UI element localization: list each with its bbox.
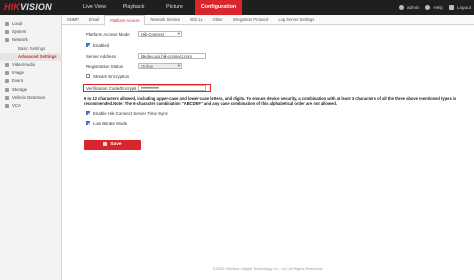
save-label: Save xyxy=(110,142,122,147)
sidebar-item-event[interactable]: Event xyxy=(0,77,61,85)
top-bar: HIKVISION Live View Playback Picture Con… xyxy=(0,0,474,15)
sidebar-item-label: Video/Audio xyxy=(12,61,36,67)
tab-email[interactable]: Email xyxy=(84,15,104,24)
low-bitrate-checkbox[interactable] xyxy=(86,121,90,125)
tab-other[interactable]: Other xyxy=(208,15,228,24)
sidebar-item-label: Vehicle Detection xyxy=(12,94,46,100)
logout-icon xyxy=(448,5,454,10)
sidebar-item-label: Basic Settings xyxy=(18,45,46,51)
sidebar-item-video-audio[interactable]: Video/Audio xyxy=(0,61,61,69)
sidebar-item-label: VCA xyxy=(12,102,21,108)
sidebar-item-label: Event xyxy=(12,78,23,84)
event-icon xyxy=(5,79,9,84)
sidebar-item-basic-settings[interactable]: Basic Settings xyxy=(0,45,61,53)
sidebar-item-system[interactable]: System xyxy=(0,28,61,36)
nav-configuration[interactable]: Configuration xyxy=(195,0,242,15)
sidebar: Local System Network Basic Settings Adva… xyxy=(0,15,62,280)
username: admin xyxy=(406,5,420,10)
user-icon xyxy=(398,5,404,10)
server-address-label: Server Address xyxy=(86,54,117,59)
low-bitrate-label: Low Bitrate Mode xyxy=(93,121,128,126)
nav-playback[interactable]: Playback xyxy=(113,0,154,15)
verification-code-label: Verification Code/Encrypti... xyxy=(86,86,140,91)
save-button[interactable]: Save xyxy=(84,140,141,150)
platform-access-mode-label: Platform Access Mode xyxy=(86,32,130,37)
user-menu[interactable]: admin xyxy=(398,5,420,10)
sidebar-item-label: Local xyxy=(12,21,23,26)
verification-code-input[interactable]: ●●●●●●●●● xyxy=(138,85,206,91)
sidebar-item-image[interactable]: Image xyxy=(0,69,61,77)
tab-integration-protocol[interactable]: Integration Protocol xyxy=(228,15,274,24)
vca-icon xyxy=(5,103,9,108)
system-icon xyxy=(5,30,9,35)
video-icon xyxy=(5,62,9,67)
nav-picture[interactable]: Picture xyxy=(154,0,195,15)
help-label: Help xyxy=(433,5,443,10)
registration-status-label: Registration Status xyxy=(86,64,124,69)
stream-encryption-label: Stream Encryption xyxy=(93,74,130,79)
sidebar-item-network[interactable]: Network xyxy=(0,36,61,44)
verification-code-hint: 6 to 12 characters allowed, including up… xyxy=(84,96,457,107)
enable-time-sync-label: Enable Hik-Connect Server Time Sync xyxy=(93,111,168,116)
help-link[interactable]: Help xyxy=(425,5,443,10)
enabled-checkbox[interactable] xyxy=(86,43,90,47)
logout-link[interactable]: Logout xyxy=(448,5,471,10)
sidebar-item-vca[interactable]: VCA xyxy=(0,102,61,110)
image-icon xyxy=(5,71,9,76)
monitor-icon xyxy=(5,22,9,26)
help-icon xyxy=(425,5,431,10)
sidebar-item-label: System xyxy=(12,29,27,35)
logout-label: Logout xyxy=(456,5,471,10)
sidebar-item-local[interactable]: Local xyxy=(0,20,61,28)
nav-live-view[interactable]: Live View xyxy=(76,0,113,15)
hikvision-logo: HIKVISION xyxy=(4,2,52,12)
main-nav: Live View Playback Picture Configuration xyxy=(76,0,242,15)
vehicle-icon xyxy=(5,95,9,100)
save-icon xyxy=(103,141,108,146)
tab-network-service[interactable]: Network Service xyxy=(145,15,185,24)
sidebar-item-vehicle-detection[interactable]: Vehicle Detection xyxy=(0,94,61,102)
enabled-label: Enabled xyxy=(93,43,110,48)
footer-copyright: ©2023 Hikvision Digital Technology Co., … xyxy=(213,267,323,271)
sidebar-item-label: Network xyxy=(12,37,28,43)
tab-log-server-settings[interactable]: Log Server Settings xyxy=(273,15,319,24)
sidebar-item-label: Storage xyxy=(12,86,28,92)
stream-encryption-checkbox[interactable] xyxy=(86,74,90,78)
tab-802-1x[interactable]: 802.1x xyxy=(185,15,207,24)
sidebar-item-storage[interactable]: Storage xyxy=(0,86,61,94)
tab-platform-access[interactable]: Platform Access xyxy=(104,15,146,26)
sidebar-item-advanced-settings[interactable]: Advanced Settings xyxy=(0,52,61,61)
registration-status-field: Online xyxy=(138,63,182,69)
storage-icon xyxy=(5,87,9,92)
tab-snmp[interactable]: SNMP xyxy=(62,15,84,24)
server-address-input[interactable]: litedev.xxx.hik-connect.com xyxy=(138,53,206,59)
platform-access-mode-select[interactable]: Hik-Connect xyxy=(138,31,182,37)
platform-access-form: Platform Access Mode Hik-Connect Enabled… xyxy=(62,26,474,256)
user-bar: admin Help Logout xyxy=(393,0,471,15)
sidebar-item-label: Advanced Settings xyxy=(18,53,57,59)
sidebar-item-label: Image xyxy=(12,70,24,76)
settings-tabs: SNMP Email Platform Access Network Servi… xyxy=(62,15,474,26)
network-icon xyxy=(5,38,9,43)
enable-time-sync-checkbox[interactable] xyxy=(86,111,90,115)
